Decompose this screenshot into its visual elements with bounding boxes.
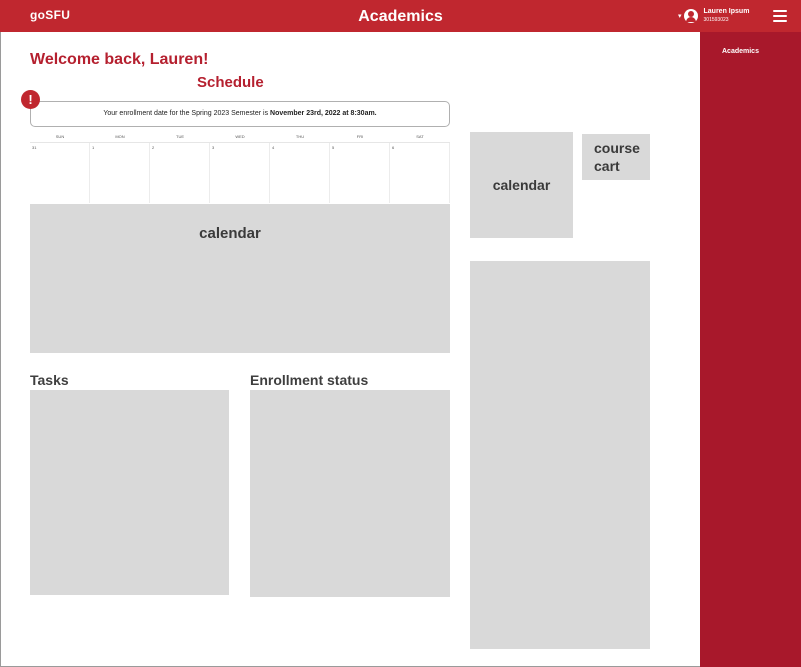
weekday-label: THU <box>295 134 305 139</box>
mini-calendar-placeholder: calendar <box>470 132 573 238</box>
tasks-placeholder <box>30 390 229 595</box>
notice-date: November 23rd, 2022 at 8:30am. <box>270 110 377 117</box>
weekday-label: SUN <box>55 134 65 139</box>
calendar-day-cell[interactable]: 6 <box>390 143 450 203</box>
calendar-date: 3 <box>212 145 215 150</box>
weekday-label: WED <box>235 134 245 139</box>
calendar-day-cell[interactable]: 2 <box>150 143 210 203</box>
calendar-placeholder-label: calendar <box>199 225 261 242</box>
caret-down-icon[interactable]: ▾ <box>678 12 682 20</box>
calendar-date: 6 <box>392 145 395 150</box>
calendar-placeholder: calendar <box>30 204 450 353</box>
calendar-day-cell[interactable]: 31 <box>30 143 90 203</box>
user-name: Lauren Ipsum <box>703 8 750 15</box>
user-menu[interactable]: ▾ Lauren Ipsum 301593023 <box>678 8 749 24</box>
hamburger-menu-icon[interactable] <box>773 10 787 22</box>
top-bar: goSFU Academics ▾ Lauren Ipsum 301593023 <box>0 0 801 32</box>
calendar-day-cell[interactable]: 4 <box>270 143 330 203</box>
weekday-label: SAT <box>416 134 424 139</box>
calendar-date: 1 <box>92 145 95 150</box>
calendar-date: 2 <box>152 145 155 150</box>
enrollment-notice: Your enrollment date for the Spring 2023… <box>30 101 450 127</box>
tasks-title: Tasks <box>30 372 69 388</box>
weekday-header: SUN MON TUE WED THU FRI SAT <box>30 134 450 139</box>
schedule-title: Schedule <box>197 74 264 91</box>
calendar-date: 4 <box>272 145 275 150</box>
calendar-day-cell[interactable]: 5 <box>330 143 390 203</box>
weekday-label: FRI <box>356 134 364 139</box>
welcome-heading: Welcome back, Lauren! <box>30 51 209 68</box>
course-cart-placeholder[interactable]: course cart <box>582 134 650 180</box>
week-calendar-grid: 31 1 2 3 4 5 6 <box>30 142 450 203</box>
notice-text: Your enrollment date for the Spring 2023… <box>103 110 271 117</box>
course-cart-label: course cart <box>594 140 640 174</box>
alert-icon: ! <box>21 90 40 109</box>
enrollment-status-placeholder <box>250 390 450 597</box>
user-info: Lauren Ipsum 301593023 <box>704 8 750 24</box>
mini-calendar-label: calendar <box>492 177 551 193</box>
user-id: 301593023 <box>703 17 729 23</box>
weekday-label: MON <box>115 134 125 139</box>
calendar-date: 31 <box>32 145 37 150</box>
calendar-date: 5 <box>332 145 335 150</box>
sidebar-item-academics[interactable]: Academics <box>722 48 759 55</box>
user-avatar-icon[interactable] <box>683 9 698 23</box>
calendar-day-cell[interactable]: 3 <box>210 143 270 203</box>
weekday-label: TUE <box>176 134 184 139</box>
sidebar: Academics <box>700 32 801 667</box>
calendar-day-cell[interactable]: 1 <box>90 143 150 203</box>
enrollment-status-title: Enrollment status <box>250 372 369 388</box>
right-panel-placeholder <box>470 261 650 649</box>
